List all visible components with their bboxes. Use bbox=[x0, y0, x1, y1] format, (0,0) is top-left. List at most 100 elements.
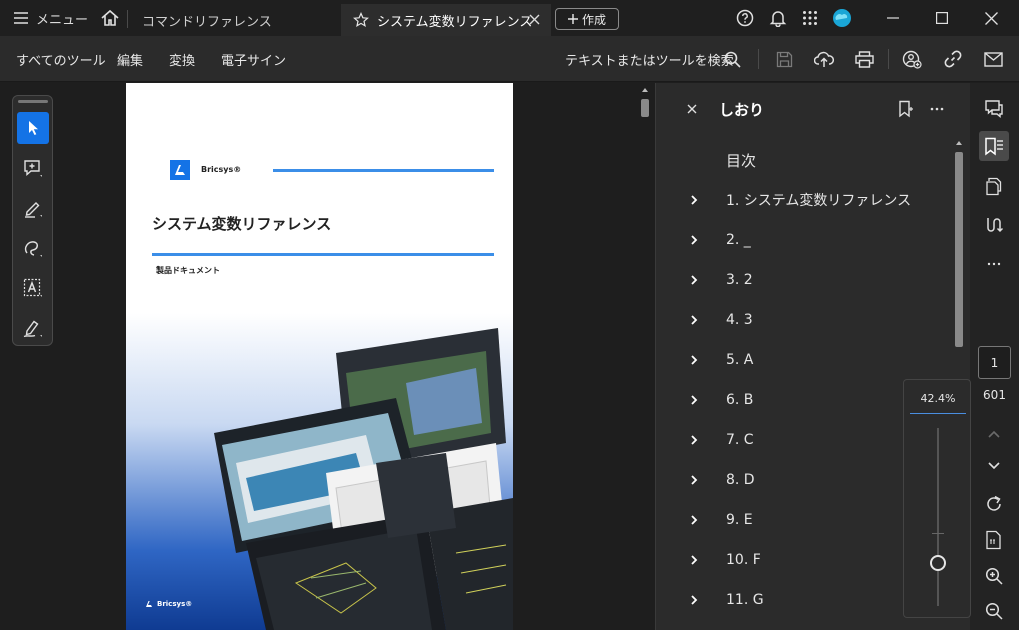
bookmarks-icon[interactable] bbox=[979, 131, 1009, 161]
brand-top: Bricsys® bbox=[201, 165, 242, 174]
panel-more-icon[interactable] bbox=[930, 107, 944, 111]
star-icon[interactable] bbox=[353, 12, 369, 28]
pages-icon[interactable] bbox=[979, 171, 1009, 201]
create-button[interactable]: 作成 bbox=[555, 8, 619, 30]
home-button[interactable] bbox=[100, 0, 120, 36]
scroll-thumb[interactable] bbox=[955, 152, 963, 347]
scroll-mode-icon[interactable] bbox=[979, 210, 1009, 240]
chevron-right-icon[interactable] bbox=[688, 474, 700, 486]
zoom-in-icon[interactable] bbox=[979, 561, 1009, 591]
cover-image bbox=[126, 313, 513, 630]
menu-button[interactable]: メニュー bbox=[14, 0, 88, 36]
chevron-right-icon[interactable] bbox=[688, 514, 700, 526]
notifications-button[interactable] bbox=[769, 0, 787, 36]
minimize-icon bbox=[887, 12, 899, 24]
fit-page-icon[interactable] bbox=[979, 525, 1009, 555]
chevron-right-icon[interactable] bbox=[688, 314, 700, 326]
signature-pen-icon[interactable] bbox=[17, 312, 49, 344]
bookmark-item[interactable]: 5. A bbox=[656, 342, 956, 378]
zoom-value-input[interactable]: 42.4% bbox=[910, 392, 966, 405]
main-toolbar: すべてのツール 編集 変換 電子サイン テキストまたはツールを検索 bbox=[0, 36, 1019, 82]
bookmark-item[interactable]: 3. 2 bbox=[656, 262, 956, 298]
upload-icon[interactable] bbox=[813, 48, 835, 70]
link-icon[interactable] bbox=[942, 48, 964, 70]
save-icon[interactable] bbox=[773, 48, 795, 70]
text-select-icon[interactable] bbox=[17, 272, 49, 304]
close-icon[interactable] bbox=[529, 14, 540, 25]
mail-icon[interactable] bbox=[982, 48, 1004, 70]
header-rule bbox=[273, 169, 494, 172]
share-user-icon[interactable] bbox=[901, 48, 923, 70]
page-number-input[interactable]: 1 bbox=[978, 346, 1011, 379]
add-comment-icon[interactable] bbox=[17, 152, 49, 184]
bookmark-label: 7. C bbox=[726, 432, 754, 448]
maximize-icon bbox=[936, 12, 948, 24]
draw-lasso-icon[interactable] bbox=[17, 232, 49, 264]
page-up-icon[interactable] bbox=[979, 419, 1009, 449]
tool-search-label[interactable]: テキストまたはツールを検索 bbox=[565, 36, 734, 82]
bookmark-label: 3. 2 bbox=[726, 272, 753, 288]
chevron-right-icon[interactable] bbox=[688, 274, 700, 286]
pdf-page[interactable]: Bricsys® システム変数リファレンス 製品ドキュメント Bricsys® bbox=[126, 83, 513, 630]
bookmark-label: 11. G bbox=[726, 592, 764, 608]
close-window-button[interactable] bbox=[985, 0, 998, 36]
create-label: 作成 bbox=[581, 12, 606, 27]
tab-label: コマンドリファレンス bbox=[142, 14, 272, 30]
scroll-thumb[interactable] bbox=[641, 99, 649, 117]
bookmark-label: 1. システム変数リファレンス bbox=[726, 193, 912, 209]
chevron-right-icon[interactable] bbox=[688, 434, 700, 446]
chevron-right-icon[interactable] bbox=[688, 554, 700, 566]
bookmark-label: 8. D bbox=[726, 472, 755, 488]
tab-command-reference[interactable]: コマンドリファレンス bbox=[132, 4, 332, 36]
bookmark-label: 5. A bbox=[726, 352, 754, 368]
title-rule bbox=[152, 253, 494, 256]
menu-e-sign[interactable]: 電子サイン bbox=[221, 36, 286, 82]
add-bookmark-icon[interactable] bbox=[898, 100, 914, 118]
toolbar-divider bbox=[888, 49, 889, 69]
menu-convert[interactable]: 変換 bbox=[169, 36, 195, 82]
zoom-slider-thumb[interactable] bbox=[930, 555, 946, 572]
brand-bottom: Bricsys® bbox=[157, 600, 193, 608]
search-icon[interactable] bbox=[721, 48, 743, 70]
bell-icon bbox=[769, 9, 787, 27]
comments-icon[interactable] bbox=[979, 93, 1009, 123]
viewer-scrollbar[interactable] bbox=[639, 84, 651, 630]
bricsys-logo bbox=[170, 160, 190, 180]
chevron-right-icon[interactable] bbox=[688, 234, 700, 246]
toolbar-divider bbox=[758, 49, 759, 69]
page-down-icon[interactable] bbox=[979, 451, 1009, 481]
rail-grip[interactable] bbox=[18, 100, 48, 103]
tab-system-variable-reference[interactable]: システム変数リファレンス bbox=[341, 4, 551, 36]
chevron-right-icon[interactable] bbox=[688, 594, 700, 606]
minimize-button[interactable] bbox=[887, 0, 899, 36]
menu-edit[interactable]: 編集 bbox=[117, 36, 143, 82]
chevron-right-icon[interactable] bbox=[688, 394, 700, 406]
bookmark-item[interactable]: 1. システム変数リファレンス bbox=[656, 182, 956, 218]
zoom-out-icon[interactable] bbox=[979, 596, 1009, 626]
bookmark-item[interactable]: 4. 3 bbox=[656, 302, 956, 338]
highlight-pen-icon[interactable] bbox=[17, 192, 49, 224]
zoom-popup: 42.4% bbox=[903, 379, 971, 618]
close-panel-icon[interactable] bbox=[687, 104, 697, 114]
menu-all-tools[interactable]: すべてのツール bbox=[16, 36, 106, 82]
account-button[interactable] bbox=[832, 0, 852, 36]
rotate-icon[interactable] bbox=[979, 489, 1009, 519]
apps-button[interactable] bbox=[802, 0, 818, 36]
scroll-up-icon[interactable] bbox=[639, 84, 651, 96]
print-icon[interactable] bbox=[853, 48, 875, 70]
maximize-button[interactable] bbox=[936, 0, 948, 36]
cloud-avatar-icon bbox=[832, 8, 852, 28]
more-icon[interactable] bbox=[979, 249, 1009, 279]
bookmark-root[interactable]: 目次 bbox=[726, 150, 756, 171]
hamburger-icon bbox=[14, 12, 28, 24]
help-button[interactable] bbox=[736, 0, 754, 36]
page-total: 601 bbox=[983, 388, 1006, 402]
panel-title: しおり bbox=[719, 101, 765, 119]
home-icon bbox=[100, 9, 120, 27]
chevron-right-icon[interactable] bbox=[688, 354, 700, 366]
select-cursor-icon[interactable] bbox=[17, 112, 49, 144]
scroll-up-icon[interactable] bbox=[953, 137, 965, 149]
bookmark-item[interactable]: 2. _ bbox=[656, 222, 956, 258]
zoom-slider-track[interactable] bbox=[937, 428, 939, 606]
chevron-right-icon[interactable] bbox=[688, 194, 700, 206]
